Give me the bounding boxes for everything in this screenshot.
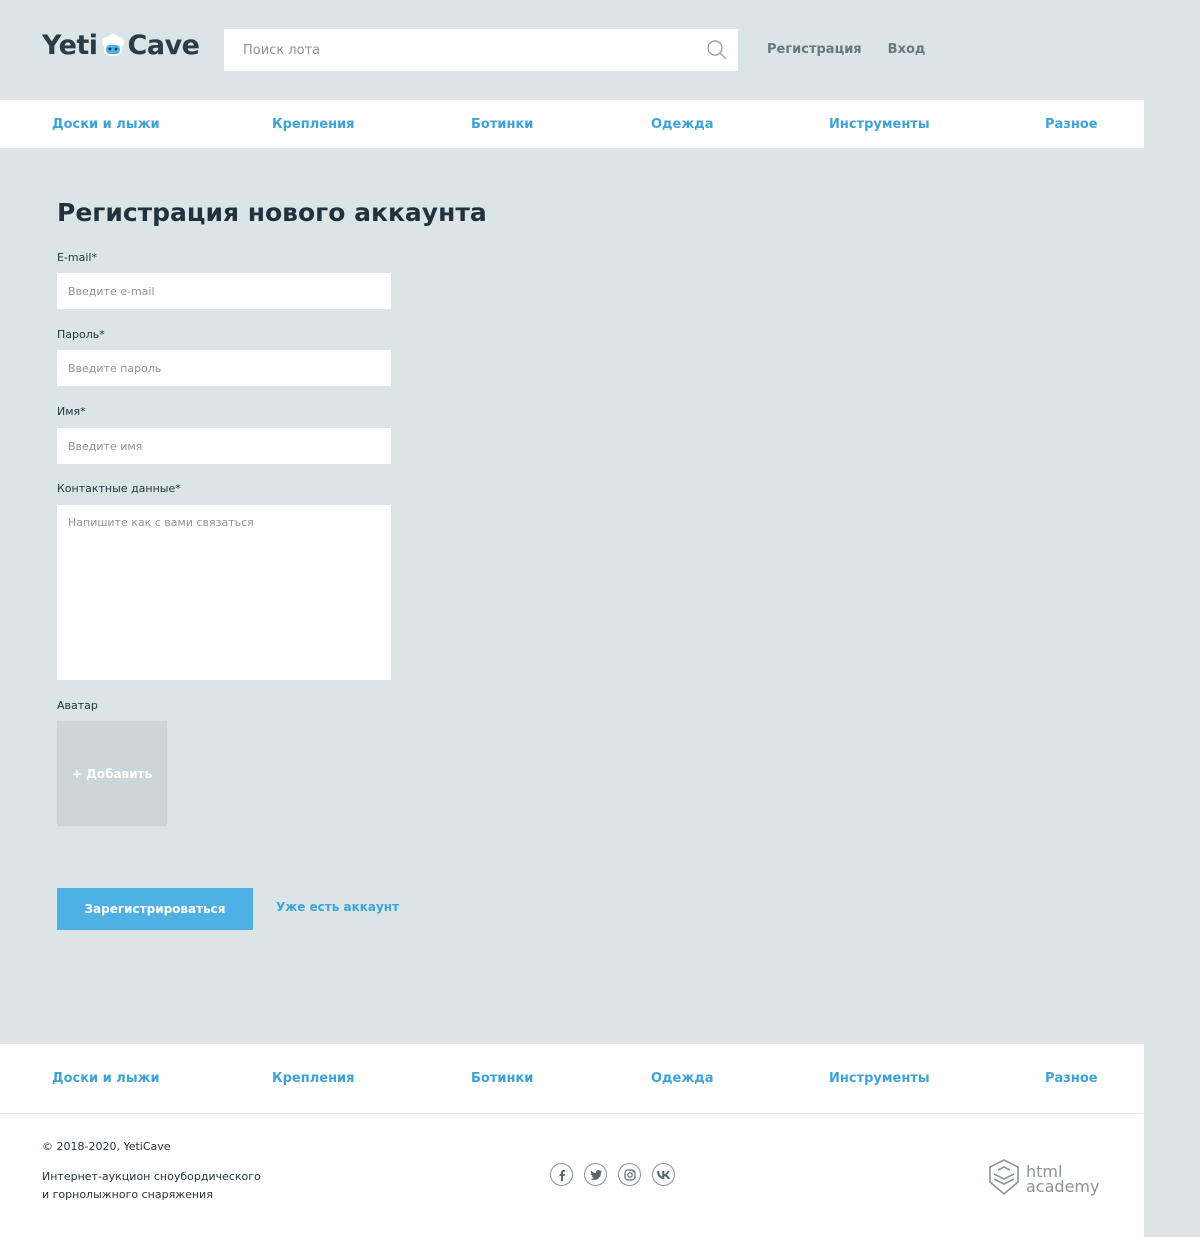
yeti-face-icon <box>100 33 126 59</box>
footer: Доски и лыжи Крепления Ботинки Одежда Ин… <box>0 1044 1144 1237</box>
footer-nav-item-tools[interactable]: Инструменты <box>829 1044 930 1113</box>
have-account-link[interactable]: Уже есть аккаунт <box>276 900 399 914</box>
search-form <box>224 29 738 71</box>
category-nav: Доски и лыжи Крепления Ботинки Одежда Ин… <box>0 100 1144 148</box>
footer-nav-item-bindings[interactable]: Крепления <box>272 1044 355 1113</box>
social-links <box>550 1163 675 1186</box>
nav-item-boots[interactable]: Ботинки <box>471 100 533 148</box>
nav-item-other[interactable]: Разное <box>1045 100 1098 148</box>
login-link[interactable]: Вход <box>888 42 926 57</box>
nav-item-boards[interactable]: Доски и лыжи <box>52 100 160 148</box>
about-line-2: и горнолыжного снаряжения <box>42 1188 213 1201</box>
search-input[interactable] <box>224 29 684 71</box>
facebook-icon[interactable] <box>550 1163 573 1186</box>
nav-item-clothing[interactable]: Одежда <box>651 100 714 148</box>
avatar-label: Аватар <box>57 699 98 712</box>
page-title: Регистрация нового аккаунта <box>57 198 487 227</box>
nav-item-tools[interactable]: Инструменты <box>829 100 930 148</box>
avatar-add-label: + Добавить <box>71 766 153 781</box>
about-line-1: Интернет-аукцион сноубордического <box>42 1170 261 1183</box>
about-text: Интернет-аукцион сноубордического и горн… <box>42 1168 282 1204</box>
register-submit-button[interactable]: Зарегистрироваться <box>57 888 253 930</box>
academy-logo-text: html academy <box>1026 1164 1100 1196</box>
logo[interactable]: Yeti Cave <box>42 30 200 61</box>
footer-nav-item-boots[interactable]: Ботинки <box>471 1044 533 1113</box>
search-icon[interactable] <box>706 39 728 61</box>
register-link[interactable]: Регистрация <box>767 42 862 57</box>
instagram-icon[interactable] <box>618 1163 641 1186</box>
email-label: E-mail* <box>57 251 97 264</box>
logo-text-yeti: Yeti <box>42 30 98 61</box>
footer-nav-item-clothing[interactable]: Одежда <box>651 1044 714 1113</box>
nav-item-bindings[interactable]: Крепления <box>272 100 355 148</box>
vk-icon[interactable] <box>652 1163 675 1186</box>
footer-category-nav: Доски и лыжи Крепления Ботинки Одежда Ин… <box>0 1044 1144 1114</box>
password-label: Пароль* <box>57 328 105 341</box>
contacts-field[interactable] <box>57 505 391 680</box>
name-field[interactable] <box>57 428 391 464</box>
academy-logo-icon <box>988 1158 1020 1200</box>
twitter-icon[interactable] <box>584 1163 607 1186</box>
copyright: © 2018-2020, YetiCave <box>42 1140 171 1153</box>
password-field[interactable] <box>57 350 391 386</box>
html-academy-logo[interactable]: html academy <box>988 1158 1099 1200</box>
email-field[interactable] <box>57 273 391 309</box>
logo-text-cave: Cave <box>127 30 200 61</box>
footer-nav-item-other[interactable]: Разное <box>1045 1044 1098 1113</box>
footer-nav-item-boards[interactable]: Доски и лыжи <box>52 1044 160 1113</box>
contacts-label: Контактные данные* <box>57 482 181 495</box>
name-label: Имя* <box>57 405 86 418</box>
user-menu: Регистрация Вход <box>767 42 925 57</box>
avatar-add-button[interactable]: + Добавить <box>57 721 167 826</box>
academy-text-line-2: academy <box>1026 1177 1100 1196</box>
